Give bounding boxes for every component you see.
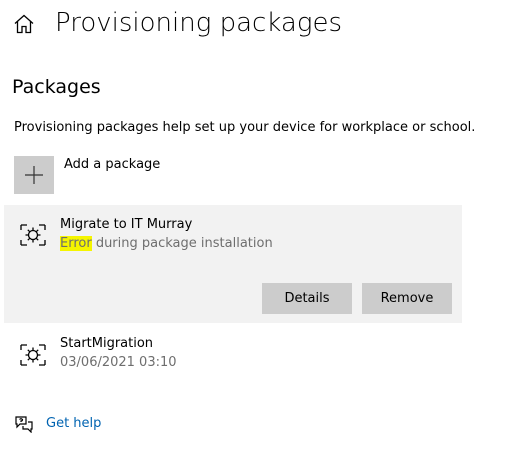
package-gear-icon	[18, 220, 48, 250]
package-name[interactable]: StartMigration	[60, 335, 153, 353]
status-text: during package installation	[91, 236, 273, 251]
package-status: Error during package installation	[60, 235, 273, 253]
home-icon[interactable]	[12, 12, 36, 36]
remove-button[interactable]: Remove	[362, 283, 452, 314]
get-help-link[interactable]: Get help	[46, 415, 101, 433]
add-package-label[interactable]: Add a package	[64, 156, 160, 174]
add-package-button[interactable]	[14, 156, 54, 194]
section-description: Provisioning packages help set up your d…	[14, 120, 476, 135]
page-title: Provisioning packages	[55, 8, 342, 38]
status-highlight: Error	[60, 236, 92, 251]
help-chat-icon[interactable]	[14, 415, 34, 434]
plus-icon	[25, 166, 43, 184]
package-gear-icon[interactable]	[18, 340, 48, 370]
package-date: 03/06/2021 03:10	[60, 355, 177, 370]
section-title: Packages	[12, 76, 101, 98]
package-name: Migrate to IT Murray	[60, 217, 193, 232]
details-button[interactable]: Details	[262, 283, 352, 314]
